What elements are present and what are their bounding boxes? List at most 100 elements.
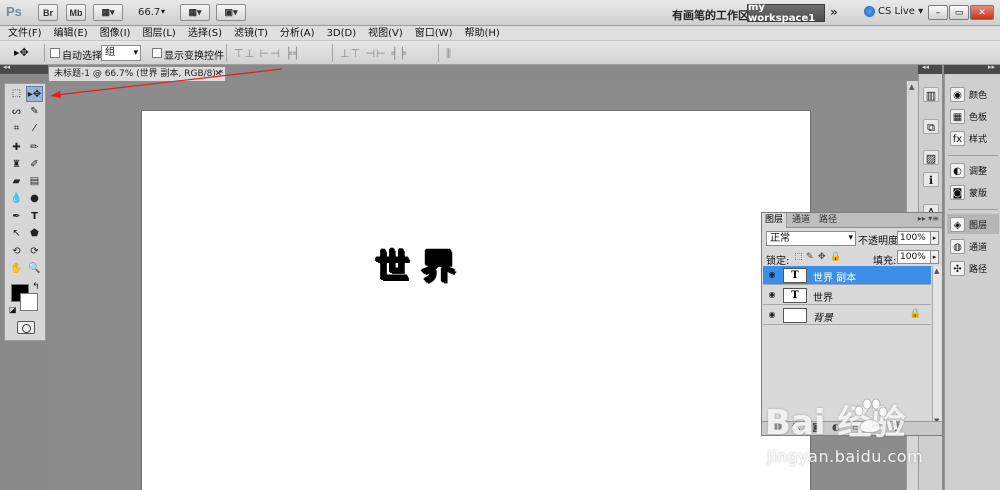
opacity-field[interactable]: 100% xyxy=(897,231,931,245)
pen-tool-icon[interactable]: ✒ xyxy=(8,209,25,225)
menu-layer[interactable]: 图层(L) xyxy=(142,26,175,40)
screen-mode-button[interactable]: ▣▾ xyxy=(216,4,246,21)
align-icons[interactable]: ⊤⊥ ⊢⊣ ╞╡ xyxy=(234,47,301,60)
dock-collapse-strip[interactable]: ◂◂ xyxy=(918,63,942,74)
new-group-icon[interactable]: ▭ xyxy=(852,423,861,433)
adjustment-layer-icon[interactable]: ◐ xyxy=(832,423,840,433)
menu-edit[interactable]: 编辑(E) xyxy=(54,26,88,40)
bridge-button[interactable]: Br xyxy=(38,4,58,21)
auto-select-dropdown[interactable]: 组 xyxy=(101,45,141,61)
layers-scrollbar[interactable]: ▲ ▼ xyxy=(932,266,942,426)
quick-select-tool-icon[interactable]: ✎ xyxy=(26,104,43,120)
navigator-icon[interactable]: ▨ xyxy=(923,150,939,165)
fill-field[interactable]: 100% xyxy=(897,250,931,264)
clone-stamp-icon[interactable]: ♜ xyxy=(8,157,25,173)
shape-tool-icon[interactable]: ⬟ xyxy=(26,226,43,242)
path-select-tool-icon[interactable]: ↖ xyxy=(8,226,25,242)
lasso-tool-icon[interactable]: ᔕ xyxy=(8,104,25,120)
menu-select[interactable]: 选择(S) xyxy=(188,26,222,40)
close-button[interactable]: ✕ xyxy=(970,5,994,20)
healing-brush-icon[interactable]: ✚ xyxy=(8,140,25,156)
default-colors-icon[interactable]: ◪ xyxy=(9,305,17,314)
distribute-icons[interactable]: ⊥⊤ ⊣⊢ ╡╞ xyxy=(340,47,407,60)
dodge-tool-icon[interactable]: ● xyxy=(26,191,43,207)
dock-expand-strip[interactable]: ▸▸ xyxy=(944,63,1000,74)
add-mask-icon[interactable]: ◙ xyxy=(812,423,821,433)
workspace-name[interactable]: 有画笔的工作区 xyxy=(672,7,749,23)
canvas[interactable]: 世界 xyxy=(142,111,810,490)
show-transform-checkbox[interactable] xyxy=(152,48,162,58)
dock-swatches[interactable]: ▦ 色板 xyxy=(947,106,999,126)
lock-all-icon[interactable]: 🔒 xyxy=(830,252,841,262)
blend-mode-dropdown[interactable]: 正常 xyxy=(766,231,856,246)
divider xyxy=(332,44,333,62)
tab-paths[interactable]: 路径 xyxy=(816,213,840,228)
menu-analysis[interactable]: 分析(A) xyxy=(280,26,315,40)
more-workspaces-button[interactable]: » xyxy=(830,5,838,19)
menu-view[interactable]: 视图(V) xyxy=(368,26,403,40)
fill-arrow-icon[interactable]: ▸ xyxy=(930,250,939,264)
zoom-dropdown-icon[interactable]: ▾ xyxy=(161,7,165,16)
eyedropper-tool-icon[interactable]: ⁄ xyxy=(26,121,43,137)
dock-adjustments[interactable]: ◐ 调整 xyxy=(947,160,999,180)
info-icon[interactable]: ℹ xyxy=(923,172,939,187)
type-tool-icon[interactable]: T xyxy=(26,209,43,225)
zoom-level[interactable]: 66.7 xyxy=(138,7,160,18)
dock-masks[interactable]: ◙ 蒙版 xyxy=(947,182,999,202)
move-tool-preset-icon[interactable]: ▸✥ xyxy=(14,46,29,59)
layer-style-icon[interactable]: fx xyxy=(792,423,801,433)
hand-tool-icon[interactable]: ✋ xyxy=(8,261,25,277)
background-color-swatch[interactable] xyxy=(20,293,38,311)
3d-rotate-tool-icon[interactable]: ⟲ xyxy=(8,244,25,260)
marquee-tool-icon[interactable]: ⬚ xyxy=(8,86,25,102)
zoom-tool-icon[interactable]: 🔍 xyxy=(26,261,43,277)
minimize-button[interactable]: – xyxy=(928,5,948,20)
auto-select-checkbox[interactable] xyxy=(50,48,60,58)
swap-colors-icon[interactable]: ↰ xyxy=(32,282,40,292)
crop-tool-icon[interactable]: ⌗ xyxy=(8,121,25,137)
delete-layer-icon[interactable]: 🗑 xyxy=(892,423,903,433)
link-layers-icon[interactable]: ⛓ xyxy=(772,423,783,433)
menu-window[interactable]: 窗口(W) xyxy=(415,26,453,40)
arrange-documents-button[interactable]: ▦▾ xyxy=(180,4,210,21)
menu-file[interactable]: 文件(F) xyxy=(8,26,42,40)
dock-channels[interactable]: ◍ 通道 xyxy=(947,236,999,256)
cs-live-button[interactable]: CS Live ▾ xyxy=(864,6,923,17)
dock-paths[interactable]: ✣ 路径 xyxy=(947,258,999,278)
new-layer-icon[interactable]: ⧉ xyxy=(872,423,878,433)
menu-help[interactable]: 帮助(H) xyxy=(465,26,500,40)
3d-orbit-tool-icon[interactable]: ⟳ xyxy=(26,244,43,260)
layer-row[interactable]: ◉ 背景 🔒 xyxy=(763,306,931,325)
eraser-tool-icon[interactable]: ▰ xyxy=(8,174,25,190)
layer-row[interactable]: ◉ T 世界 xyxy=(763,286,931,305)
dock-styles[interactable]: fx 样式 xyxy=(947,128,999,148)
restore-button[interactable]: ▭ xyxy=(949,5,969,20)
menu-image[interactable]: 图像(I) xyxy=(100,26,131,40)
opacity-arrow-icon[interactable]: ▸ xyxy=(930,231,939,245)
history-icon[interactable]: ⧉ xyxy=(923,119,939,134)
visibility-eye-icon[interactable]: ◉ xyxy=(766,289,778,301)
lock-transparent-icon[interactable]: ⬚ xyxy=(794,252,803,262)
menu-3d[interactable]: 3D(D) xyxy=(327,26,357,40)
dock-color[interactable]: ◉ 颜色 xyxy=(947,84,999,104)
tab-channels[interactable]: 通道 xyxy=(789,213,813,228)
brush-tool-icon[interactable]: ✏ xyxy=(26,140,43,156)
panel-menu-icon[interactable]: ▸▸ ▾≡ xyxy=(918,214,939,223)
auto-align-icon[interactable]: ⫼ xyxy=(446,47,452,61)
gradient-tool-icon[interactable]: ▤ xyxy=(26,174,43,190)
histogram-icon[interactable]: ▥ xyxy=(923,87,939,102)
dock-layers[interactable]: ◈ 图层 xyxy=(947,214,999,234)
menu-filter[interactable]: 滤镜(T) xyxy=(234,26,268,40)
blur-tool-icon[interactable]: 💧 xyxy=(8,191,25,207)
visibility-eye-icon[interactable]: ◉ xyxy=(766,309,778,321)
history-brush-icon[interactable]: ✐ xyxy=(26,157,43,173)
quick-mask-button[interactable] xyxy=(17,321,35,334)
layer-row[interactable]: ◉ T 世界 副本 xyxy=(763,266,931,285)
lock-image-icon[interactable]: ✎ xyxy=(806,252,814,262)
mini-bridge-button[interactable]: Mb xyxy=(66,4,86,21)
lock-position-icon[interactable]: ✥ xyxy=(818,252,826,262)
tab-layers[interactable]: 图层 xyxy=(762,213,788,228)
view-extras-button[interactable]: ▦▾ xyxy=(93,4,123,21)
visibility-eye-icon[interactable]: ◉ xyxy=(766,269,778,281)
workspace-switcher-button[interactable]: my workspace1 xyxy=(747,2,825,24)
